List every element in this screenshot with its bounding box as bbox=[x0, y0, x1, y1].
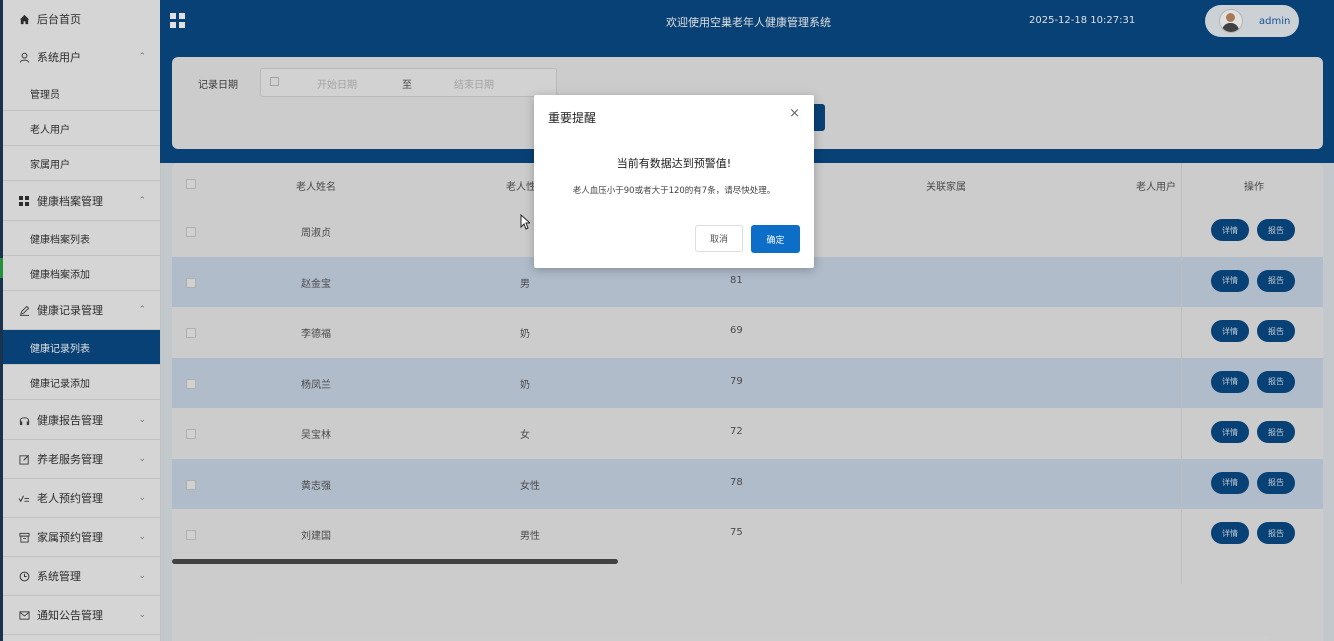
dialog-title: 重要提醒 bbox=[548, 111, 597, 125]
confirm-button[interactable]: 确定 bbox=[751, 225, 800, 253]
close-icon[interactable]: × bbox=[789, 106, 800, 121]
mouse-pointer-icon bbox=[520, 214, 530, 230]
dialog-headline: 当前有数据达到预警值! bbox=[616, 157, 732, 170]
alert-dialog: 重要提醒 × 当前有数据达到预警值! 老人血压小于90或者大于120的有7条，请… bbox=[534, 95, 814, 268]
cancel-button[interactable]: 取消 bbox=[695, 225, 743, 252]
dialog-message: 老人血压小于90或者大于120的有7条，请尽快处理。 bbox=[572, 186, 776, 196]
